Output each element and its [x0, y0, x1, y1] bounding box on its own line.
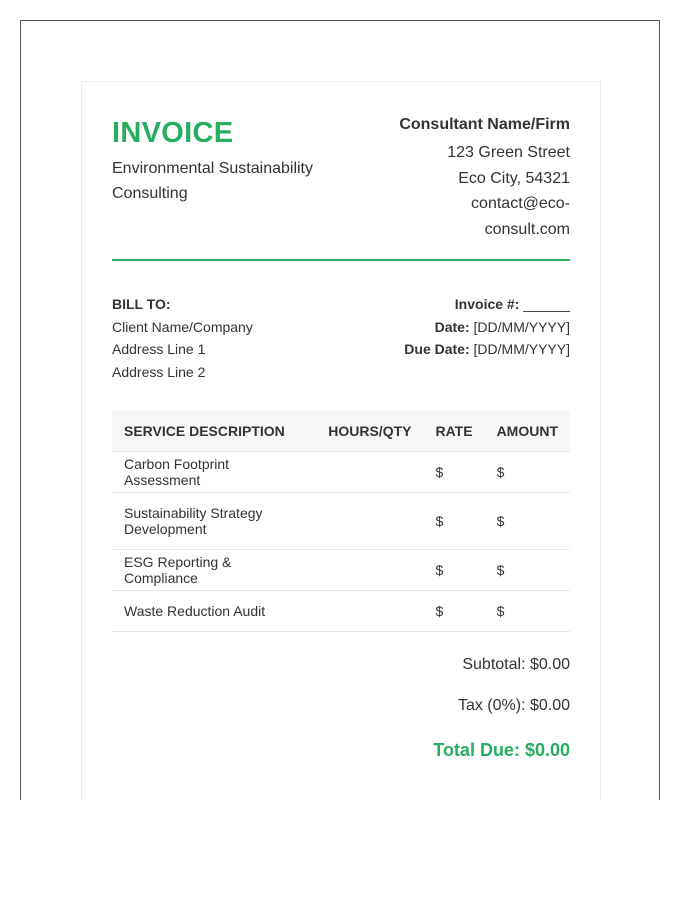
total-due: Total Due: $0.00 [433, 740, 570, 760]
table-row: Sustainability Strategy Development $ $ [112, 492, 570, 550]
service-amount: $ [484, 451, 570, 493]
service-rate: $ [423, 492, 485, 550]
brand-block: INVOICE Environmental Sustainability Con… [112, 110, 342, 206]
consultant-details: Consultant Name/Firm 123 Green Street Ec… [370, 110, 570, 242]
company-tagline: Environmental Sustainability Consulting [112, 160, 313, 202]
consultant-email-line1: contact@eco- [471, 195, 570, 212]
invoice-number-value: ______ [523, 296, 570, 312]
invoice-date-value: [DD/MM/YYYY] [473, 318, 570, 335]
table-row: ESG Reporting & Compliance $ $ [112, 549, 570, 591]
service-rate: $ [423, 549, 485, 591]
invoice-number: Invoice #: ______ [404, 293, 570, 316]
header-amount: AMOUNT [484, 411, 570, 452]
invoice-title: INVOICE [112, 117, 234, 149]
table-row: Waste Reduction Audit $ $ [112, 590, 570, 632]
invoice-meta-block: Invoice #: ______ Date: [DD/MM/YYYY] Due… [404, 293, 570, 361]
header-divider [112, 259, 570, 261]
service-amount: $ [484, 492, 570, 550]
service-amount: $ [484, 549, 570, 591]
invoice-number-label: Invoice #: [454, 296, 520, 312]
service-rate: $ [423, 451, 485, 493]
services-table: SERVICE DESCRIPTION HOURS/QTY RATE AMOUN… [112, 411, 570, 632]
client-name: Client Name/Company [112, 318, 253, 335]
consultant-name: Consultant Name/Firm [399, 116, 570, 133]
tax-line: Tax (0%): $0.00 [457, 697, 570, 714]
service-description: ESG Reporting & Compliance [112, 549, 317, 591]
service-description: Sustainability Strategy Development [112, 492, 317, 550]
invoice-header: INVOICE Environmental Sustainability Con… [112, 110, 570, 240]
service-amount: $ [484, 590, 570, 632]
table-header-row: SERVICE DESCRIPTION HOURS/QTY RATE AMOUN… [112, 411, 570, 452]
service-hours [316, 451, 424, 493]
service-hours [316, 549, 424, 591]
billing-section: BILL TO: Client Name/Company Address Lin… [112, 293, 570, 393]
bill-to-heading: BILL TO: [112, 296, 171, 312]
subtotal: Subtotal: $0.00 [462, 656, 570, 673]
client-address-line2: Address Line 2 [112, 363, 206, 380]
consultant-city: Eco City, 54321 [458, 169, 570, 187]
totals-section: Subtotal: $0.00 Tax (0%): $0.00 Total Du… [112, 650, 570, 765]
header-service-description: SERVICE DESCRIPTION [112, 411, 317, 452]
service-rate: $ [423, 590, 485, 632]
service-description: Carbon Footprint Assessment [112, 451, 317, 493]
header-rate: RATE [423, 411, 485, 452]
invoice-date: Date: [DD/MM/YYYY] [404, 316, 570, 339]
service-hours [316, 590, 424, 632]
consultant-street: 123 Green Street [447, 144, 570, 161]
service-hours [316, 492, 424, 550]
bill-to-block: BILL TO: Client Name/Company Address Lin… [112, 293, 253, 383]
invoice-due-date-value: [DD/MM/YYYY] [473, 341, 570, 357]
header-hours-qty: HOURS/QTY [316, 411, 424, 452]
consultant-email-line2: consult.com [484, 220, 570, 238]
invoice-due-date: Due Date: [DD/MM/YYYY] [404, 338, 570, 361]
invoice-due-date-label: Due Date: [404, 341, 470, 357]
service-description: Waste Reduction Audit [112, 590, 317, 632]
client-address-line1: Address Line 1 [112, 341, 206, 357]
invoice-date-label: Date: [434, 318, 470, 335]
table-row: Carbon Footprint Assessment $ $ [112, 451, 570, 493]
